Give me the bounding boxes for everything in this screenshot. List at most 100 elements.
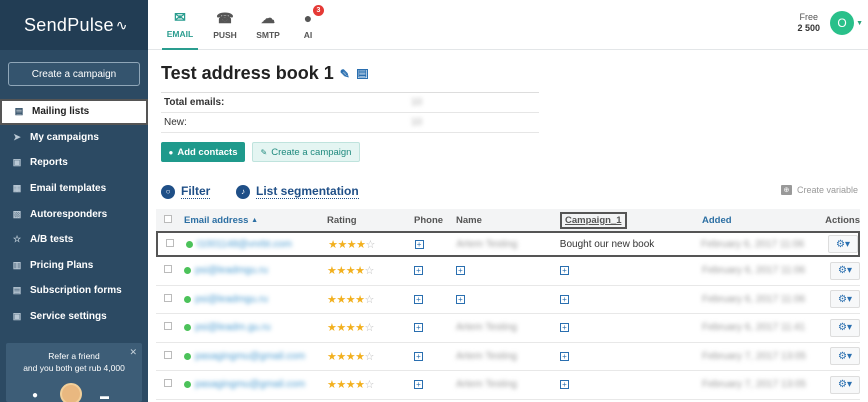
address-book-title: Test address book 1 [161, 63, 334, 83]
sidebar-item-service-settings[interactable]: ▣ Service settings [0, 304, 148, 330]
table-row[interactable]: psi@leadmgu.ru ★★★★☆ + + + February 6, 2… [156, 286, 860, 314]
row-actions-button[interactable]: ⚙ ▾ [830, 318, 860, 337]
envelope-icon: ✉ [174, 9, 186, 25]
email-cell[interactable]: psi@leadmgu.ru [195, 294, 268, 305]
bell-icon: ☎ [216, 10, 234, 26]
avatar[interactable]: O [830, 11, 854, 35]
add-phone-icon[interactable]: + [414, 239, 424, 249]
row-checkbox[interactable] [164, 350, 172, 359]
sidebar-nav: ▤ Mailing lists ➤ My campaigns ▣ Reports… [0, 99, 148, 329]
chat-icon: ▬ [100, 391, 109, 401]
column-header-added[interactable]: Added [697, 215, 811, 226]
add-campaign-value-icon[interactable]: + [560, 380, 569, 390]
add-phone-icon[interactable]: + [414, 294, 423, 304]
add-name-icon[interactable]: + [456, 266, 465, 276]
row-checkbox[interactable] [164, 322, 172, 331]
add-campaign-value-icon[interactable]: + [560, 294, 569, 304]
column-header-name[interactable]: Name [451, 215, 555, 226]
added-cell: February 6, 2017 11:06 [702, 293, 806, 305]
plan-info[interactable]: Free 2 500 [797, 12, 820, 34]
add-campaign-value-icon[interactable]: + [560, 266, 569, 276]
add-campaign-value-icon[interactable]: + [560, 351, 569, 361]
row-checkbox[interactable] [164, 265, 172, 274]
row-actions-button[interactable]: ⚙ ▾ [830, 290, 860, 309]
email-cell[interactable]: t1001148@vnrbt.com [197, 239, 292, 250]
column-header-email[interactable]: Email address ▲ [177, 215, 325, 226]
pricing-icon: ▥ [12, 259, 22, 270]
create-campaign-button[interactable]: Create a campaign [8, 62, 140, 86]
filter-link[interactable]: ○ Filter [161, 184, 211, 199]
tab-push[interactable]: ☎ PUSH [210, 0, 240, 50]
column-header-rating[interactable]: Rating [325, 215, 409, 226]
add-phone-icon[interactable]: + [414, 266, 423, 276]
row-actions-button[interactable]: ⚙ ▾ [828, 235, 858, 253]
gear-icon: ⚙ [838, 293, 847, 305]
sidebar-item-my-campaigns[interactable]: ➤ My campaigns [0, 125, 148, 151]
create-campaign-button[interactable]: ✎ Create a campaign [252, 142, 360, 162]
close-icon[interactable]: ✕ [129, 346, 137, 358]
refer-title: Refer a friend [48, 351, 100, 361]
email-cell[interactable]: pasagingmu@gmail.com [195, 379, 305, 390]
tab-smtp[interactable]: ☁ SMTP [252, 0, 284, 50]
email-cell[interactable]: pasagingmu@gmail.com [195, 351, 305, 362]
add-contacts-button[interactable]: ● Add contacts [161, 142, 245, 162]
star-rating[interactable]: ★★★★☆ [326, 238, 410, 251]
star-rating[interactable]: ★★★★☆ [325, 321, 409, 334]
star-rating[interactable]: ★★★★☆ [325, 350, 409, 363]
status-dot-icon [184, 352, 191, 360]
tab-ai[interactable]: ● AI 3 [298, 0, 324, 50]
pencil-icon[interactable]: ✎ [340, 67, 350, 81]
sidebar-item-autoresponders[interactable]: ▧ Autoresponders [0, 201, 148, 227]
status-dot-icon [184, 267, 191, 275]
tab-email[interactable]: ✉ EMAIL [162, 0, 198, 50]
sidebar-item-label: Autoresponders [30, 208, 108, 220]
add-campaign-value-icon[interactable]: + [560, 323, 569, 333]
tab-label: AI [303, 30, 313, 40]
star-rating[interactable]: ★★★★☆ [325, 293, 409, 306]
row-checkbox[interactable] [164, 379, 172, 388]
name-cell: Artem Testing [456, 322, 517, 334]
filter-label: Filter [181, 184, 211, 199]
logo[interactable]: SendPulse ∿ [0, 0, 148, 50]
table-row[interactable]: pasagingmu@gmail.com ★★★★☆ + Artem Testi… [156, 371, 860, 400]
create-variable-button[interactable]: ⊕ Create variable [780, 185, 858, 195]
sidebar-item-reports[interactable]: ▣ Reports [0, 150, 148, 176]
add-phone-icon[interactable]: + [414, 380, 423, 390]
row-actions-button[interactable]: ⚙ ▾ [830, 261, 860, 280]
sidebar-item-pricing-plans[interactable]: ▥ Pricing Plans [0, 253, 148, 279]
add-phone-icon[interactable]: + [414, 351, 423, 361]
email-cell[interactable]: psi@leadmgu.ru [195, 265, 268, 276]
row-checkbox[interactable] [166, 238, 174, 247]
sidebar-item-email-templates[interactable]: ▦ Email templates [0, 176, 148, 202]
table-row[interactable]: psi@leadm.gu.ru ★★★★☆ + Artem Testing + … [156, 314, 860, 343]
table-row[interactable]: psi@leadmgu.ru ★★★★☆ + + + February 6, 2… [156, 257, 860, 286]
form-icon: ▤ [12, 285, 22, 296]
table-row[interactable]: t1001148@vnrbt.com ★★★★☆ + Artem Testing… [156, 231, 860, 257]
star-rating[interactable]: ★★★★☆ [325, 378, 409, 391]
select-all-checkbox[interactable] [164, 214, 172, 223]
table-row[interactable]: pasagingmu@gmail.com ★★★★☆ + Artem Testi… [156, 343, 860, 371]
add-name-icon[interactable]: + [456, 294, 465, 304]
email-cell[interactable]: psi@leadm.gu.ru [195, 322, 271, 333]
row-checkbox[interactable] [164, 293, 172, 302]
sidebar-item-mailing-lists[interactable]: ▤ Mailing lists [0, 99, 148, 125]
column-header-phone[interactable]: Phone [409, 215, 451, 226]
stat-row: Total emails: 10 [161, 93, 539, 113]
sidebar-item-subscription-forms[interactable]: ▤ Subscription forms [0, 278, 148, 304]
row-actions-button[interactable]: ⚙ ▾ [830, 347, 860, 366]
added-cell: February 7, 2017 13:05 [702, 350, 806, 362]
sidebar-item-ab-tests[interactable]: ☆ A/B tests [0, 227, 148, 253]
avatar [60, 383, 82, 402]
archive-icon[interactable]: ▤ [356, 68, 368, 79]
column-header-campaign[interactable]: Campaign_1 [560, 211, 627, 229]
list-segmentation-link[interactable]: ♪ List segmentation [236, 184, 359, 199]
chevron-down-icon[interactable]: ▼ [856, 20, 863, 27]
add-phone-icon[interactable]: + [414, 323, 423, 333]
star-rating[interactable]: ★★★★☆ [325, 264, 409, 277]
refer-subtitle: and you both get rub 4,000 [23, 363, 125, 373]
location-pin-icon: ● [32, 390, 39, 401]
refer-friend-banner[interactable]: ✕ Refer a friend and you both get rub 4,… [6, 343, 142, 402]
row-actions-button[interactable]: ⚙ ▾ [830, 375, 860, 394]
ab-test-icon: ☆ [12, 234, 22, 245]
sidebar-item-label: Reports [30, 157, 68, 169]
